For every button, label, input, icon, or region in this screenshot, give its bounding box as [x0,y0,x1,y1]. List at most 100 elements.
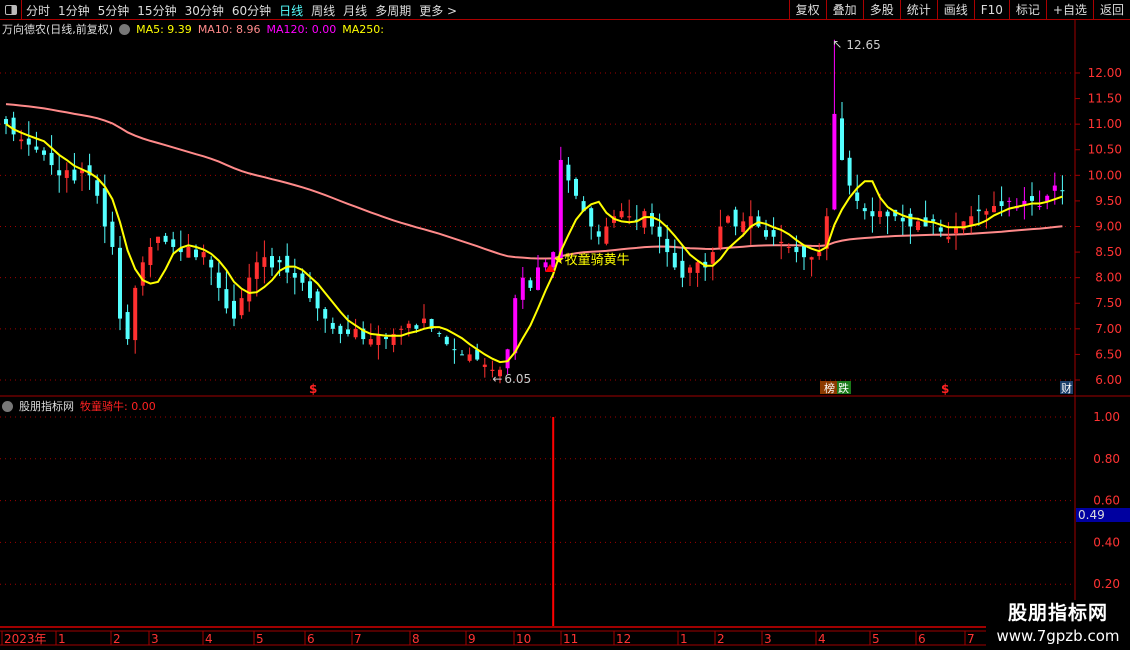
indicator-tick-label: 0.40 [1093,535,1120,549]
time-tick-label: 7 [967,632,975,646]
time-tick-label: 2 [717,632,725,646]
candle-body [855,192,860,201]
time-tick-label: 6 [307,632,315,646]
candle-body [452,349,457,351]
candle-body [786,246,791,248]
fall-marker-icon: 跌 [838,381,849,395]
price-tick-label: 8.00 [1095,271,1122,285]
candle-body [216,272,221,288]
high-price-label: 12.65 [846,38,880,52]
candle-body [642,211,647,228]
candle-body [1052,185,1057,191]
candle-body [490,369,495,371]
price-tick-label: 11.00 [1088,117,1122,131]
signal-label: ★牧童骑黄牛 [553,252,630,268]
candle-body [72,169,77,181]
kline-chart[interactable]: 12.0011.5011.0010.5010.009.509.008.508.0… [0,0,1130,650]
candle-body [619,211,624,218]
time-tick-label: 2 [113,632,121,646]
candle-body [323,309,328,319]
time-tick-label: 5 [256,632,264,646]
candle-body [543,262,548,268]
candle-body [315,291,320,309]
candle-body [1060,190,1065,192]
candle-body [1037,206,1042,208]
candle-body [437,333,442,335]
candle-body [695,262,700,273]
time-tick-label: 1 [58,632,66,646]
candle-body [444,336,449,345]
dollar-marker-icon: $ [941,382,949,396]
candle-body [733,209,738,227]
candle-body [558,159,563,260]
candle-body [999,201,1004,207]
ma250-line [5,103,1063,260]
time-tick-label: 6 [918,632,926,646]
price-tick-label: 7.50 [1095,296,1122,310]
time-tick-label: 3 [151,632,159,646]
candle-body [520,277,525,300]
candle-body [262,257,267,267]
time-tick-label: 8 [412,632,420,646]
candle-body [95,180,100,196]
indicator-tick-label: 0.60 [1093,494,1120,508]
time-tick-label: 7 [354,632,362,646]
candle-body [794,246,799,253]
candle-body [254,262,259,279]
candle-body [650,213,654,227]
candle-body [414,325,419,329]
candle-body [779,241,784,244]
candle-body [809,257,814,260]
candle-body [406,323,411,329]
candle-body [338,325,343,334]
indicator-tick-label: 0.80 [1093,452,1120,466]
candle-body [741,221,746,232]
candle-body [604,226,609,244]
candle-body [467,354,472,361]
finance-marker-icon: 财 [1061,381,1072,395]
candle-body [19,139,24,142]
candle-body [247,277,252,302]
candle-body [368,339,373,345]
candle-body [270,256,274,268]
candle-body [171,239,176,247]
candle-body [125,312,130,340]
price-tick-label: 6.50 [1095,347,1122,361]
dollar-marker-icon: $ [309,382,317,396]
candle-body [976,209,981,212]
candle-body [885,211,890,217]
candle-body [232,300,236,319]
watermark-name: 股朋指标网 [1007,602,1108,624]
candle-body [148,246,153,266]
candle-body [133,287,138,341]
candle-body [11,117,16,135]
candle-body [627,216,632,218]
candle-body [163,235,168,242]
price-tick-label: 8.50 [1095,245,1122,259]
news-marker-icon: 榜 [824,381,835,395]
candle-body [224,289,229,309]
candle-body [346,329,350,334]
candle-body [186,246,191,258]
candle-body [57,170,62,176]
candle-body [308,281,312,299]
candle-body [201,252,206,258]
candle-body [862,208,867,212]
candle-body [726,216,730,223]
candle-body [399,328,404,330]
candle-body [680,260,685,278]
candle-body [672,252,677,268]
candle-body [771,230,776,237]
candle-body [285,255,290,273]
candle-body [1030,196,1034,201]
candle-body [110,221,115,247]
candle-body [384,336,388,340]
candle-body [1007,200,1012,202]
candle-body [513,298,518,354]
time-tick-label: 1 [680,632,688,646]
candle-body [802,246,806,258]
ma-short-line [5,123,1063,364]
candle-body [26,138,31,145]
candle-body [900,217,905,222]
candle-body [194,249,198,258]
